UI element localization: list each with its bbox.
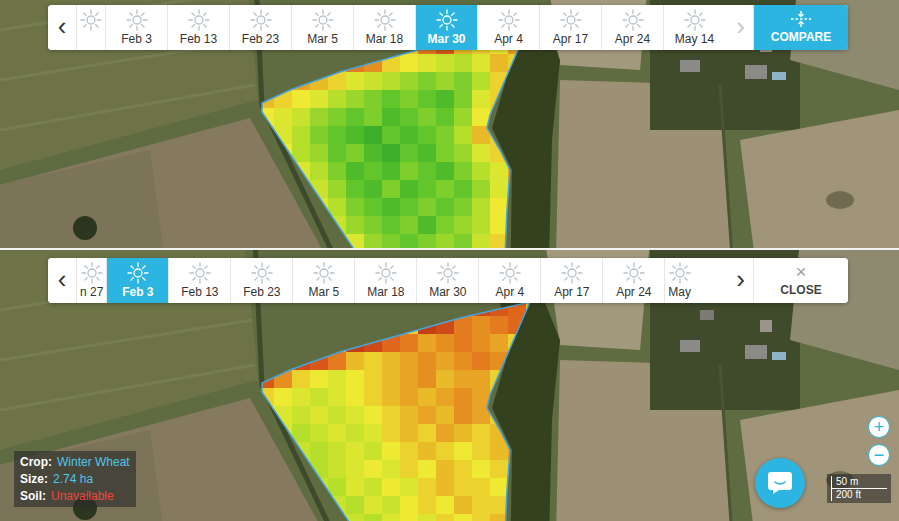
sun-icon [499,262,521,284]
date-item[interactable]: Mar 5 [291,5,353,50]
zoom-in-button[interactable]: + [868,416,890,438]
date-item[interactable]: Mar 5 [292,258,354,303]
date-item[interactable]: Feb 3 [105,5,167,50]
date-item[interactable]: Apr 17 [539,5,601,50]
scale-bar: 50 m200 ft [827,474,891,503]
date-strip: Feb 3Feb 13Feb 23Mar 5Mar 18Mar 30Apr 4A… [76,5,728,50]
close-button[interactable]: ×CLOSE [753,258,848,303]
sun-icon [126,9,148,31]
date-timeline: ‹Feb 3Feb 13Feb 23Mar 5Mar 18Mar 30Apr 4… [48,5,848,50]
sun-icon [189,262,211,284]
zoom-controls: +− [868,416,890,466]
sun-icon [498,9,520,31]
zoom-out-button[interactable]: − [868,444,890,466]
sun-icon [375,262,397,284]
prev-button[interactable]: ‹ [48,5,76,50]
date-timeline: ‹n 27Feb 3Feb 13Feb 23Mar 5Mar 18Mar 30A… [48,258,848,303]
info-row: Size:2.74 ha [20,472,130,486]
sun-icon [436,9,458,31]
sun-icon [684,9,706,31]
date-item[interactable]: Apr 17 [540,258,602,303]
sun-icon [560,9,582,31]
map-panel[interactable]: ‹Feb 3Feb 13Feb 23Mar 5Mar 18Mar 30Apr 4… [0,0,899,248]
field-boundary[interactable] [262,22,530,248]
chat-button[interactable] [755,458,805,508]
date-item[interactable]: Feb 23 [229,5,291,50]
sun-icon [623,262,645,284]
sun-icon [669,262,691,284]
sun-icon [622,9,644,31]
date-item[interactable]: Feb 13 [167,5,229,50]
sun-icon [313,262,335,284]
sun-icon [312,9,334,31]
map-panel[interactable]: ‹n 27Feb 3Feb 13Feb 23Mar 5Mar 18Mar 30A… [0,250,899,521]
ndvi-heatmap [256,298,545,521]
date-item[interactable]: Apr 24 [602,258,664,303]
date-item[interactable]: Feb 3 [106,258,168,303]
sun-icon [127,262,149,284]
ndvi-heatmap [256,18,545,248]
field-boundary[interactable] [262,302,530,521]
sun-icon [561,262,583,284]
date-item[interactable]: Apr 24 [601,5,663,50]
compare-icon [790,11,812,27]
sun-icon [437,262,459,284]
info-row: Soil:Unavailable [20,489,130,503]
field-compare-view: ‹Feb 3Feb 13Feb 23Mar 5Mar 18Mar 30Apr 4… [0,0,899,521]
date-item[interactable]: Mar 30 [415,5,477,50]
date-item[interactable]: Feb 13 [168,258,230,303]
date-item[interactable]: Apr 4 [478,258,540,303]
date-item[interactable]: Mar 18 [353,5,415,50]
date-item[interactable]: n 27 [76,258,106,303]
date-item[interactable]: Mar 30 [416,258,478,303]
next-button[interactable]: › [728,5,753,50]
sun-icon [251,262,273,284]
sun-icon [374,9,396,31]
close-icon: × [796,264,807,280]
field-info: Crop:Winter Wheat Size:2.74 ha Soil:Unavai… [14,451,136,507]
sun-icon [188,9,210,31]
date-item[interactable]: Feb 23 [230,258,292,303]
sun-icon [250,9,272,31]
date-item[interactable]: Mar 18 [354,258,416,303]
sun-icon [81,262,103,284]
sun-icon [80,9,102,31]
date-item[interactable]: Apr 4 [477,5,539,50]
next-button[interactable]: › [728,258,753,303]
chat-icon [767,471,793,495]
date-item[interactable]: May [664,258,694,303]
date-item[interactable] [76,5,105,50]
prev-button[interactable]: ‹ [48,258,76,303]
info-row: Crop:Winter Wheat [20,455,130,469]
date-item[interactable]: May 14 [663,5,725,50]
date-strip: n 27Feb 3Feb 13Feb 23Mar 5Mar 18Mar 30Ap… [76,258,728,303]
compare-button[interactable]: COMPARE [753,5,848,50]
